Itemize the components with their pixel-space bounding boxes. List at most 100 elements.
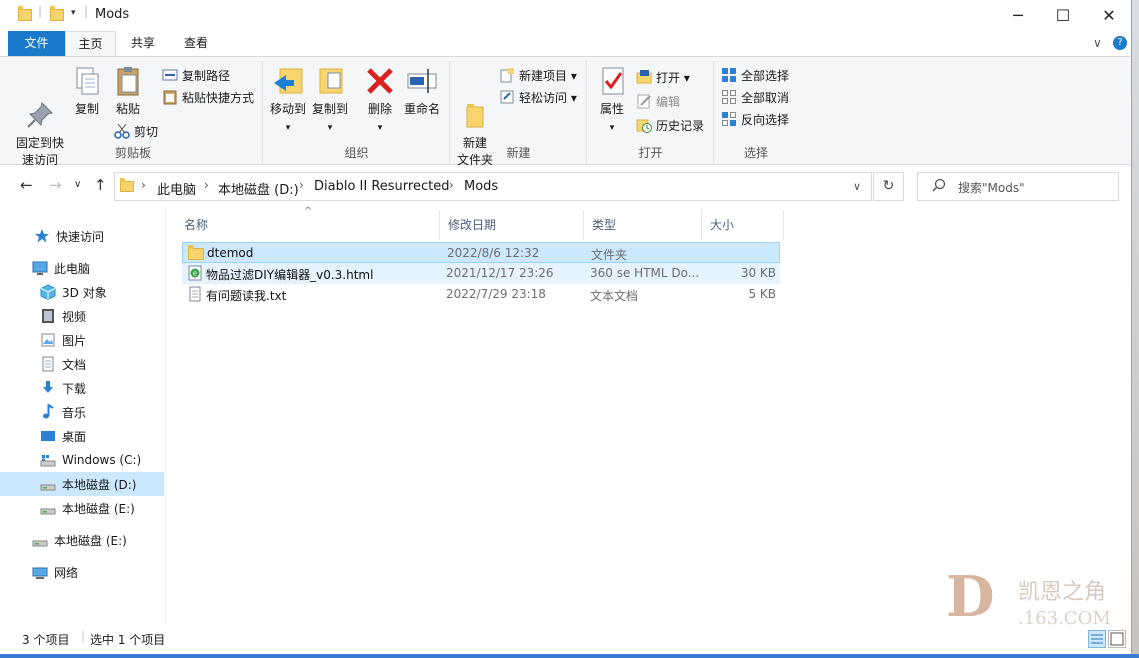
- tab-share[interactable]: 共享: [120, 31, 166, 56]
- nav-label: 此电脑: [54, 261, 91, 276]
- navigation-pane: 快速访问 此电脑 3D 对象 视频 图片 文档 下载 音乐 桌面 Windows…: [0, 206, 166, 624]
- properties-label: 属性: [599, 102, 624, 116]
- open-button[interactable]: 打开 ▾: [636, 67, 690, 87]
- address-bar[interactable]: › 此电脑 › 本地磁盘 (D:) › Diablo II Resurrecte…: [114, 172, 872, 201]
- properties-button[interactable]: 属性 ▾: [592, 65, 632, 137]
- separator: |: [81, 629, 86, 643]
- chevron-right-icon[interactable]: ›: [141, 178, 146, 192]
- title-bar: | ▾ | Mods ─ ☐ ✕: [0, 0, 1131, 31]
- cut-label: 剪切: [134, 124, 159, 139]
- recent-locations-icon[interactable]: ∨: [74, 179, 81, 190]
- delete-label: 删除: [367, 102, 392, 116]
- refresh-icon: ↻: [882, 178, 895, 194]
- nav-item-downloads[interactable]: 下载: [0, 376, 164, 400]
- column-header-size[interactable]: 大小: [702, 210, 784, 240]
- select-all-label: 全部选择: [741, 68, 790, 83]
- rename-icon: [406, 65, 438, 97]
- minimize-button[interactable]: ─: [995, 0, 1041, 31]
- open-label: 打开 ▾: [656, 70, 690, 85]
- nav-item-drive-e-root[interactable]: 本地磁盘 (E:): [0, 528, 164, 552]
- up-arrow-icon[interactable]: ↑: [94, 176, 107, 194]
- paste-shortcut-button[interactable]: 粘贴快捷方式: [162, 87, 254, 107]
- chevron-right-icon[interactable]: ›: [204, 178, 209, 192]
- nav-item-drive-e[interactable]: 本地磁盘 (E:): [0, 496, 164, 520]
- collapse-ribbon-icon[interactable]: ∨: [1093, 36, 1102, 50]
- copy-path-button[interactable]: 复制路径: [162, 65, 230, 85]
- nav-item-pictures[interactable]: 图片: [0, 328, 164, 352]
- invert-selection-button[interactable]: 反向选择: [721, 109, 789, 129]
- column-header-type[interactable]: 类型: [584, 210, 702, 240]
- file-row-readme[interactable]: 有问题读我.txt 2022/7/29 23:18 文本文档 5 KB: [182, 284, 780, 305]
- ribbon-tabs: 文件 主页 共享 查看 ∨ ?: [0, 31, 1131, 56]
- breadcrumb-drive-d[interactable]: 本地磁盘 (D:): [218, 179, 299, 198]
- help-icon[interactable]: ?: [1113, 36, 1127, 50]
- nav-item-this-pc[interactable]: 此电脑: [0, 256, 164, 280]
- new-item-button[interactable]: 新建项目 ▾: [499, 65, 577, 85]
- properties-icon: [596, 65, 628, 97]
- file-row-dtemod[interactable]: dtemod 2022/8/6 12:32 文件夹: [182, 242, 780, 263]
- column-header-name[interactable]: 名称: [176, 210, 440, 240]
- nav-item-quick-access[interactable]: 快速访问: [0, 224, 164, 248]
- forward-arrow-icon[interactable]: →: [49, 176, 62, 194]
- move-to-button[interactable]: 移动到 ▾: [268, 65, 308, 137]
- nav-item-network[interactable]: 网络: [0, 560, 164, 584]
- nav-item-documents[interactable]: 文档: [0, 352, 164, 376]
- breadcrumb-mods[interactable]: Mods: [464, 179, 498, 194]
- maximize-button[interactable]: ☐: [1040, 0, 1086, 31]
- edit-button[interactable]: 编辑: [636, 91, 680, 111]
- tab-home[interactable]: 主页: [65, 31, 116, 56]
- desktop-icon: [40, 428, 56, 444]
- copy-to-label: 复制到: [311, 102, 348, 116]
- delete-icon: [364, 65, 396, 97]
- nav-item-music[interactable]: 音乐: [0, 400, 164, 424]
- select-none-button[interactable]: 全部取消: [721, 87, 789, 107]
- copy-button[interactable]: 复制: [70, 65, 104, 118]
- customize-toolbar-icon[interactable]: ▾: [71, 8, 76, 18]
- nav-item-drive-c[interactable]: Windows (C:): [0, 448, 164, 472]
- breadcrumb-diablo[interactable]: Diablo II Resurrected: [314, 179, 449, 194]
- chevron-right-icon[interactable]: ›: [449, 178, 454, 192]
- back-arrow-icon[interactable]: ←: [20, 176, 33, 194]
- refresh-button[interactable]: ↻: [873, 172, 904, 201]
- select-group-label: 选择: [743, 146, 768, 160]
- nav-item-desktop[interactable]: 桌面: [0, 424, 164, 448]
- select-all-button[interactable]: 全部选择: [721, 65, 789, 85]
- chevron-right-icon[interactable]: ›: [299, 178, 304, 192]
- easy-access-button[interactable]: 轻松访问 ▾: [499, 87, 577, 107]
- new-group: 新建 文件夹 新建项目 ▾ 轻松访问 ▾ 新建: [451, 61, 587, 167]
- tab-file[interactable]: 文件: [8, 31, 65, 56]
- breadcrumb-this-pc[interactable]: 此电脑: [157, 179, 196, 198]
- html-file-icon: e: [187, 265, 203, 281]
- document-icon: [40, 356, 56, 372]
- search-input[interactable]: 搜索"Mods": [917, 172, 1119, 201]
- chevron-down-icon[interactable]: ∨: [853, 180, 861, 193]
- file-row-html-editor[interactable]: e 物品过滤DIY编辑器_v0.3.html 2021/12/17 23:26 …: [182, 263, 780, 284]
- file-type: 文件夹: [591, 248, 628, 262]
- quick-access-folder-icon[interactable]: [50, 6, 64, 23]
- nav-label: 快速访问: [56, 229, 105, 244]
- tab-view[interactable]: 查看: [172, 31, 220, 56]
- open-group-label: 打开: [638, 146, 663, 160]
- invert-selection-icon: [721, 111, 737, 127]
- paste-button[interactable]: 粘贴: [110, 65, 146, 118]
- nav-label: Windows (C:): [62, 453, 142, 467]
- delete-button[interactable]: 删除 ▾: [362, 65, 398, 137]
- cut-button[interactable]: 剪切: [114, 121, 158, 141]
- nav-item-videos[interactable]: 视频: [0, 304, 164, 328]
- select-group: 全部选择 全部取消 反向选择 选择: [715, 61, 797, 164]
- easy-access-label: 轻松访问 ▾: [519, 90, 577, 105]
- nav-item-3d-objects[interactable]: 3D 对象: [0, 280, 164, 304]
- column-header-date[interactable]: 修改日期: [440, 210, 584, 240]
- copy-icon: [71, 65, 103, 97]
- nav-label: 音乐: [62, 405, 87, 420]
- nav-label: 桌面: [62, 429, 87, 444]
- move-to-icon: [272, 65, 304, 97]
- copy-to-button[interactable]: 复制到 ▾: [310, 65, 350, 137]
- copy-to-icon: [314, 65, 346, 97]
- close-button[interactable]: ✕: [1086, 0, 1131, 31]
- rename-button[interactable]: 重命名: [402, 65, 442, 118]
- history-button[interactable]: 历史记录: [636, 115, 704, 135]
- file-date: 2022/7/29 23:18: [446, 287, 546, 301]
- nav-item-drive-d[interactable]: 本地磁盘 (D:): [0, 472, 164, 496]
- nav-label: 网络: [54, 565, 79, 580]
